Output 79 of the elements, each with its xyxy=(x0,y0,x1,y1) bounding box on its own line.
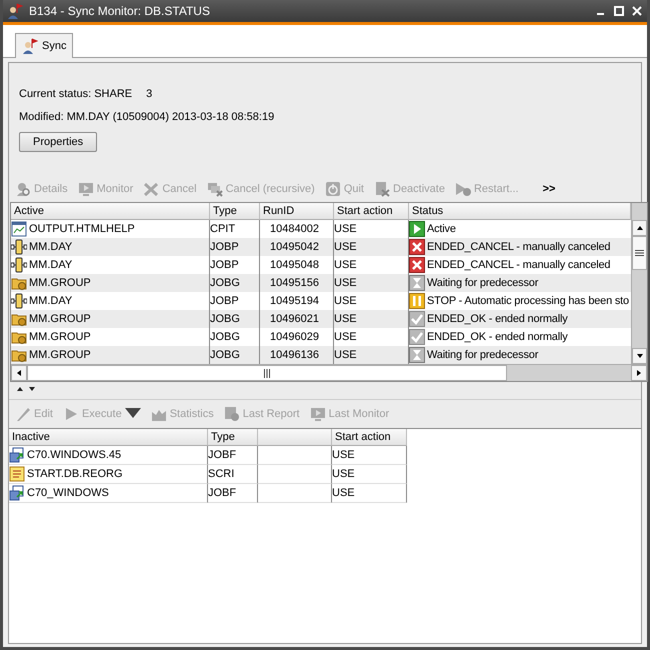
table-cell: Active xyxy=(409,220,631,238)
active-status-icon xyxy=(409,221,425,237)
person-flag-icon xyxy=(22,38,38,54)
status-label: Current status: SHARE xyxy=(19,88,132,100)
ok-status-icon xyxy=(409,311,425,327)
edit-icon xyxy=(15,406,31,422)
column-header[interactable]: Active xyxy=(11,203,210,220)
modified-text: Modified: MM.DAY (10509004) 2013-03-18 08:58:19 xyxy=(19,111,276,123)
column-header[interactable]: Inactive xyxy=(9,429,208,446)
column-header[interactable]: Type xyxy=(208,429,258,446)
table-cell: JOBG xyxy=(210,310,260,328)
column-header[interactable]: RunID xyxy=(260,203,334,220)
vertical-scrollbar[interactable] xyxy=(631,203,647,364)
table-cell: ENDED_CANCEL - manually canceled xyxy=(409,238,631,256)
table-cell: ENDED_OK - ended normally xyxy=(409,310,631,328)
arrow-down-icon[interactable] xyxy=(636,352,644,360)
cancel-recursive-icon xyxy=(206,181,223,197)
canceled-status-icon xyxy=(409,257,425,273)
table-cell: MM.DAY xyxy=(11,238,210,256)
table-cell: Waiting for predecessor xyxy=(409,346,631,364)
last-report-icon xyxy=(224,406,240,422)
waiting-status-icon xyxy=(409,275,425,291)
table-cell: JOBF xyxy=(208,446,258,465)
table-cell: USE xyxy=(334,310,409,328)
table-cell: ENDED_CANCEL - manually canceled xyxy=(409,256,631,274)
table-cell: 10495042 xyxy=(260,238,334,256)
close-icon[interactable] xyxy=(632,6,642,16)
arrow-up-icon[interactable] xyxy=(636,224,644,232)
column-header[interactable]: Start action xyxy=(332,429,407,446)
table-cell: JOBP xyxy=(210,238,260,256)
table-cell: JOBG xyxy=(210,274,260,292)
table-cell: JOBF xyxy=(208,484,258,503)
table-cell: 10495156 xyxy=(260,274,334,292)
table-cell: STOP - Automatic processing has been sto xyxy=(409,292,631,310)
table-cell: Waiting for predecessor xyxy=(409,274,631,292)
ok-status-icon xyxy=(409,329,425,345)
status-value: 3 xyxy=(146,88,152,100)
scri-object-icon xyxy=(9,466,25,482)
table-cell: USE xyxy=(332,465,407,484)
stop-status-icon xyxy=(409,293,425,309)
restart-icon xyxy=(454,181,471,197)
table-cell: C70.WINDOWS.45 xyxy=(9,446,208,465)
table-cell: MM.GROUP xyxy=(11,310,210,328)
column-header[interactable]: Type xyxy=(210,203,260,220)
table-cell: 10496021 xyxy=(260,310,334,328)
table-cell: JOBG xyxy=(210,346,260,364)
details-icon xyxy=(15,181,31,197)
table-cell: MM.GROUP xyxy=(11,346,210,364)
table-cell: START.DB.REORG xyxy=(9,465,208,484)
waiting-status-icon xyxy=(409,347,425,363)
quit-icon xyxy=(324,181,341,197)
window-title: B134 - Sync Monitor: DB.STATUS xyxy=(29,4,211,18)
table-cell: 10496136 xyxy=(260,346,334,364)
deactivate-icon xyxy=(374,181,390,197)
table-cell: C70_WINDOWS xyxy=(9,484,208,503)
overflow-button[interactable]: >> xyxy=(542,183,556,195)
arrow-left-icon[interactable] xyxy=(15,369,23,377)
monitor-icon xyxy=(78,181,94,197)
table-cell: MM.GROUP xyxy=(11,274,210,292)
cancel-icon xyxy=(143,181,160,197)
table-cell: SCRI xyxy=(208,465,258,484)
properties-button[interactable]: Properties xyxy=(19,132,98,152)
column-header[interactable]: Status xyxy=(409,203,631,220)
person-flag-icon xyxy=(7,3,23,19)
table-cell: USE xyxy=(334,274,409,292)
table-cell: USE xyxy=(334,238,409,256)
grip-icon[interactable] xyxy=(262,368,272,378)
maximize-icon[interactable] xyxy=(614,6,624,16)
table-cell: USE xyxy=(332,484,407,503)
last-monitor-icon xyxy=(310,406,326,422)
horizontal-scrollbar[interactable] xyxy=(11,364,647,381)
table-cell: USE xyxy=(332,446,407,465)
grip-icon[interactable] xyxy=(635,249,644,257)
canceled-status-icon xyxy=(409,239,425,255)
tab[interactable]: Sync xyxy=(15,33,74,58)
column-header[interactable]: Start action xyxy=(334,203,409,220)
table-cell: USE xyxy=(334,346,409,364)
table-cell: ENDED_OK - ended normally xyxy=(409,328,631,346)
arrow-right-icon[interactable] xyxy=(635,369,643,377)
